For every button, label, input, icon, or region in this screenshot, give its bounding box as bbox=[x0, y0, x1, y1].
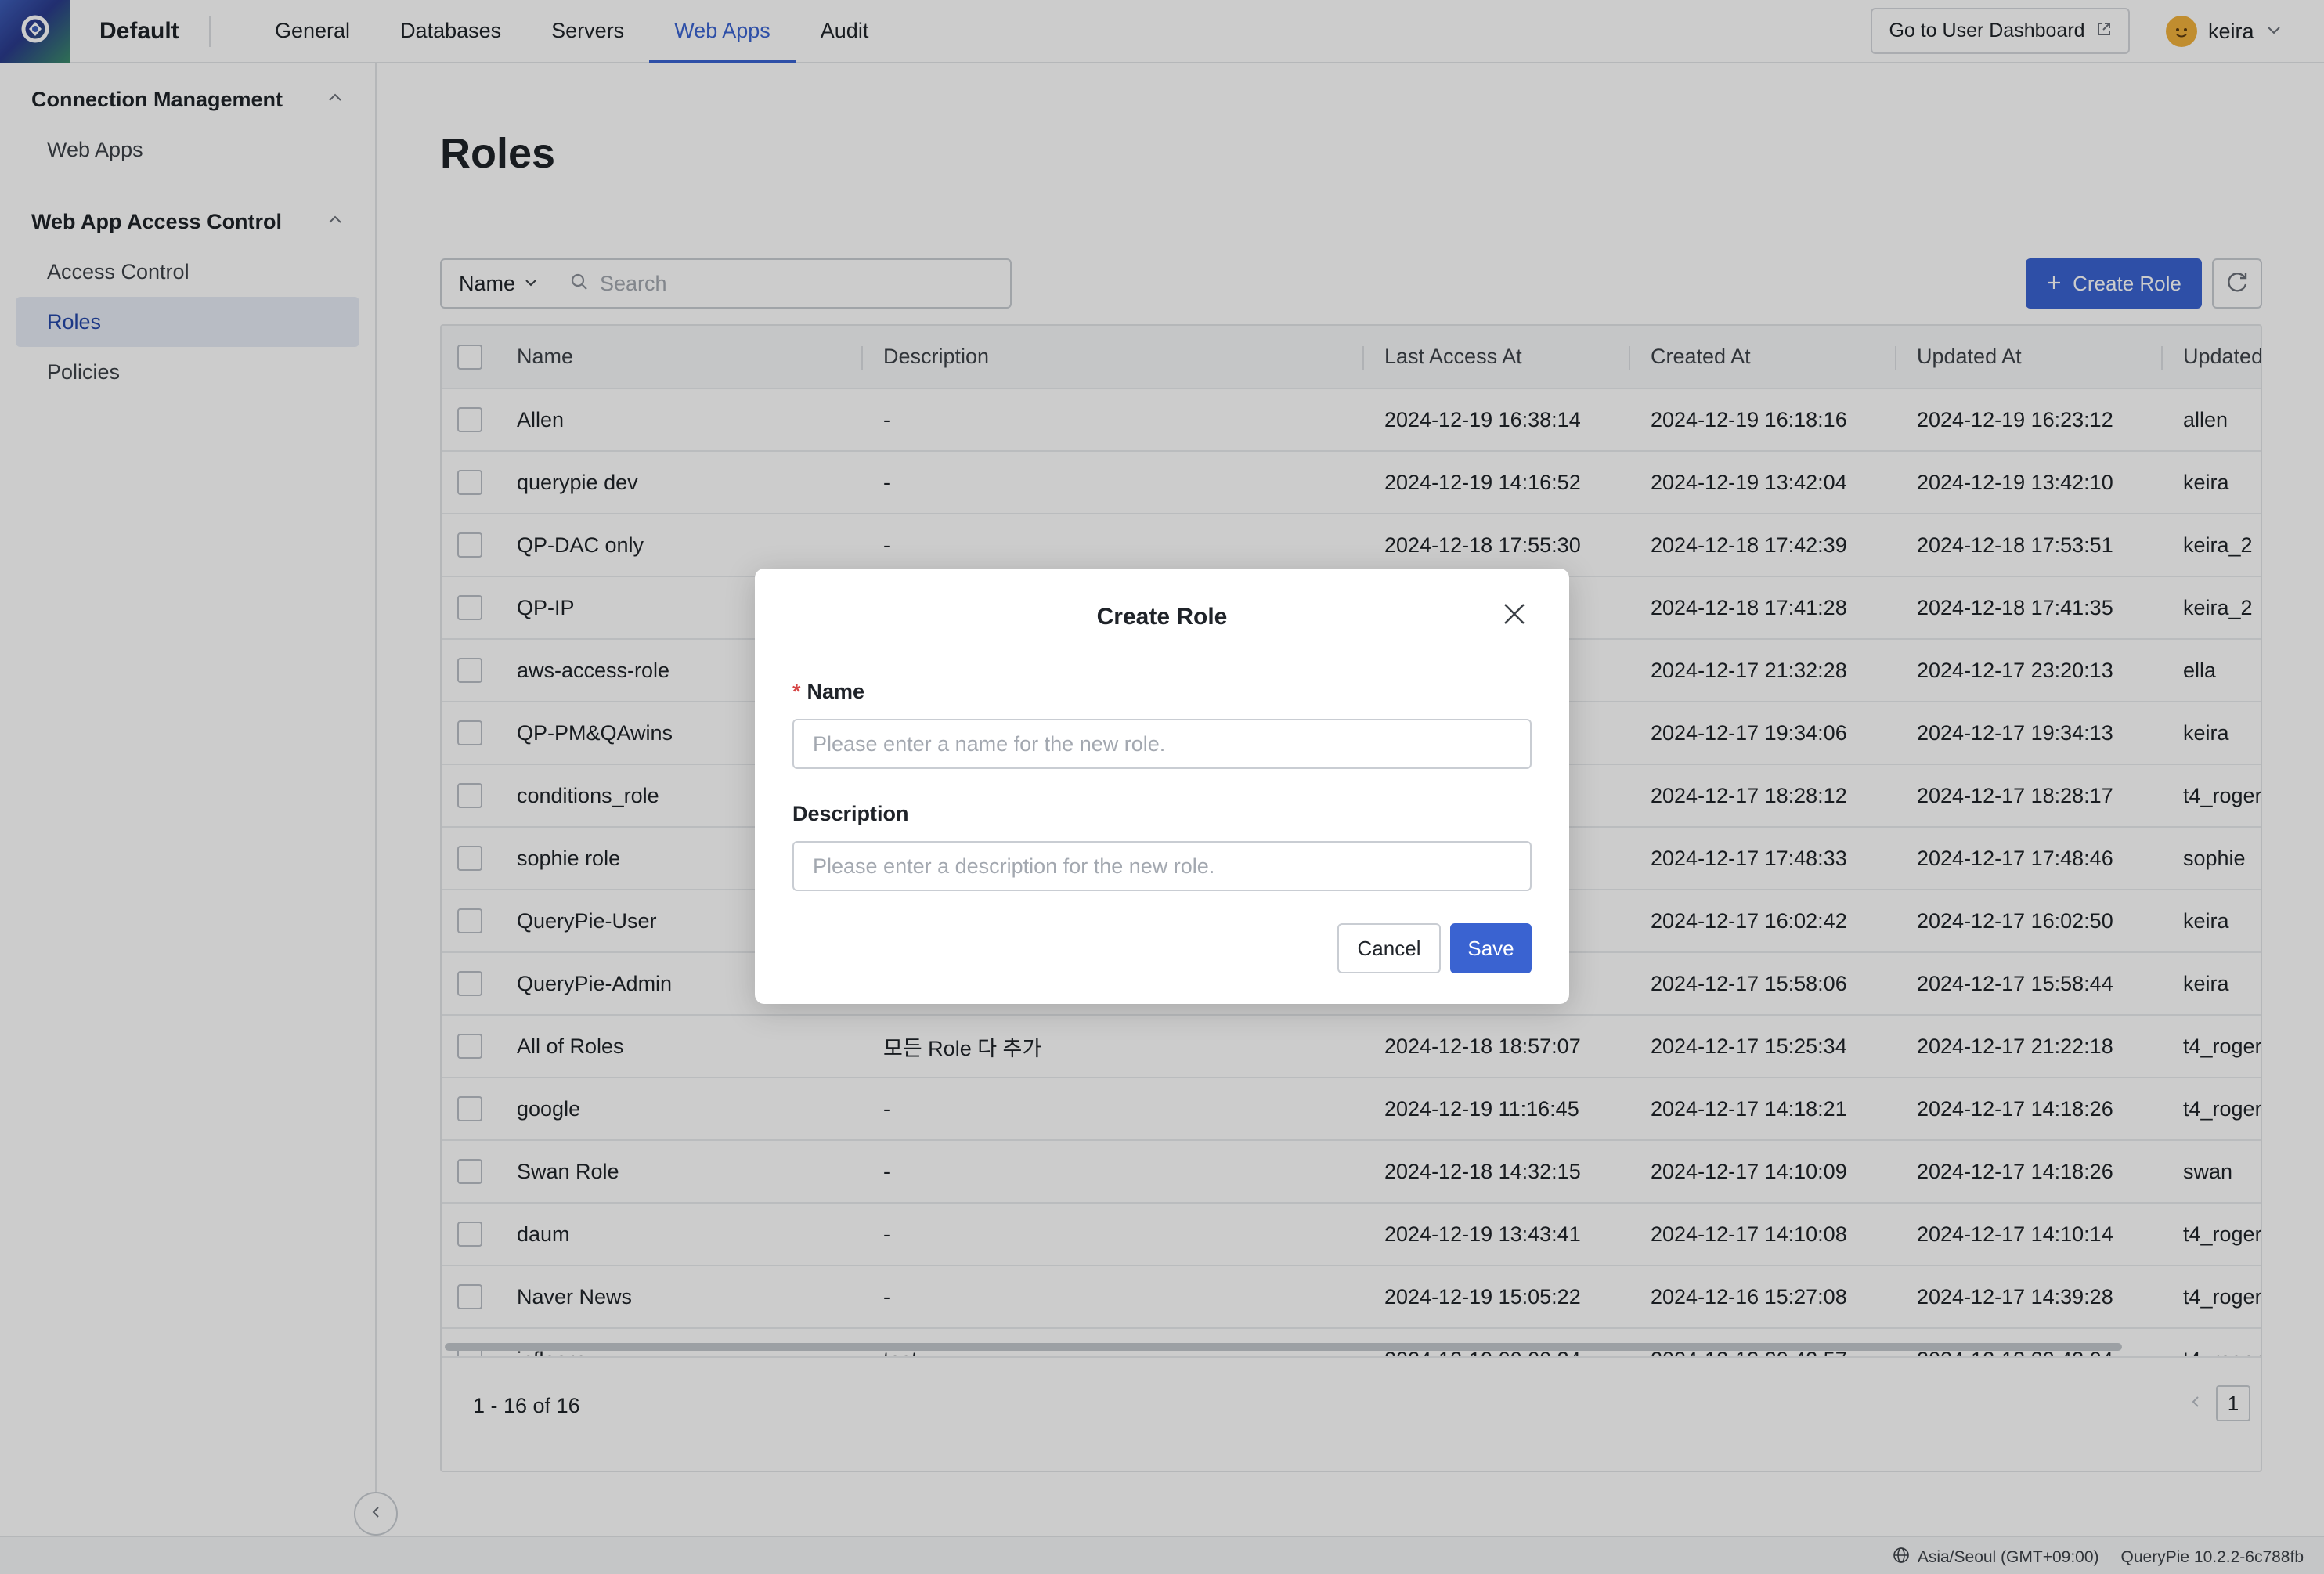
dialog-title: Create Role bbox=[1096, 604, 1228, 630]
close-button[interactable] bbox=[1499, 600, 1530, 631]
description-field-label: Description bbox=[792, 802, 909, 825]
cancel-button[interactable]: Cancel bbox=[1337, 923, 1441, 973]
role-description-input[interactable] bbox=[792, 841, 1532, 891]
save-button[interactable]: Save bbox=[1450, 923, 1532, 973]
create-role-dialog: Create Role * Name Description Cancel Sav… bbox=[755, 569, 1569, 1004]
close-icon bbox=[1502, 601, 1527, 630]
name-field-label: * Name bbox=[792, 680, 864, 704]
required-marker: * bbox=[792, 680, 801, 703]
role-name-input[interactable] bbox=[792, 719, 1532, 769]
name-label-text: Name bbox=[807, 680, 865, 703]
